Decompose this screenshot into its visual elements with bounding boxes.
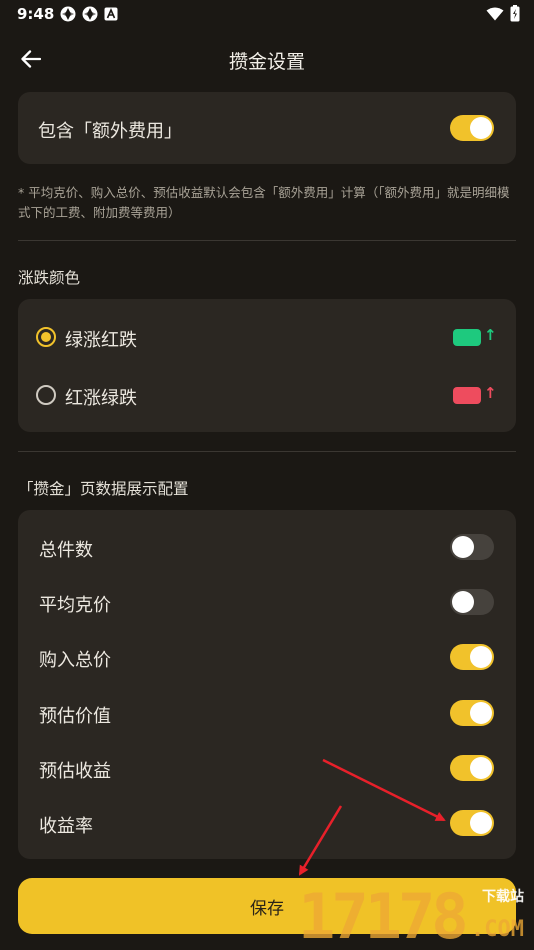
up-arrow-icon: ↑ — [484, 326, 497, 344]
estimated-profit-toggle[interactable] — [450, 755, 494, 781]
divider — [18, 240, 516, 241]
app-notification-icon — [60, 6, 76, 22]
save-button[interactable]: 保存 — [18, 878, 516, 934]
color-option-label: 红涨绿跌 — [65, 388, 137, 409]
display-item-estimated-value: 预估价值 — [18, 686, 516, 738]
color-option-label: 绿涨红跌 — [65, 330, 137, 351]
avg-gram-price-toggle[interactable] — [450, 589, 494, 615]
radio-red-up[interactable] — [36, 385, 56, 405]
color-option-red-up[interactable]: 红涨绿跌 ↑ — [18, 365, 516, 425]
color-section-title: 涨跌颜色 — [18, 269, 81, 287]
display-item-purchase-total: 购入总价 — [18, 630, 516, 682]
wifi-icon — [486, 7, 504, 20]
estimated-value-toggle[interactable] — [450, 700, 494, 726]
status-time: 9:48 — [17, 5, 55, 23]
display-item-total-count: 总件数 — [18, 520, 516, 572]
display-item-label: 收益率 — [39, 816, 93, 837]
display-item-label: 平均克价 — [39, 595, 111, 616]
display-item-estimated-profit: 预估收益 — [18, 741, 516, 793]
display-item-label: 预估收益 — [39, 761, 111, 782]
app-a-icon — [104, 7, 118, 21]
status-left-icons — [60, 6, 118, 22]
extra-fee-toggle[interactable] — [450, 115, 494, 141]
profit-rate-toggle[interactable] — [450, 810, 494, 836]
red-swatch — [453, 387, 481, 404]
color-options-card: 绿涨红跌 ↑ 红涨绿跌 ↑ — [18, 299, 516, 432]
divider — [18, 451, 516, 452]
extra-fee-note: * 平均克价、购入总价、预估收益默认会包含「额外费用」计算（「额外费用」就是明细… — [18, 185, 510, 220]
display-item-label: 预估价值 — [39, 706, 111, 727]
extra-fee-card: 包含「额外费用」 — [18, 92, 516, 164]
battery-icon — [510, 5, 520, 22]
extra-fee-label: 包含「额外费用」 — [38, 121, 182, 142]
green-swatch — [453, 329, 481, 346]
display-config-card: 总件数 平均克价 购入总价 预估价值 预估收益 收益率 — [18, 510, 516, 859]
display-item-avg-gram-price: 平均克价 — [18, 575, 516, 627]
page-title: 攒金设置 — [228, 51, 305, 73]
display-section-title: 「攒金」页数据展示配置 — [18, 480, 189, 498]
display-item-profit-rate: 收益率 — [18, 796, 516, 848]
display-item-label: 购入总价 — [39, 650, 111, 671]
status-right-icons — [486, 5, 520, 22]
display-item-label: 总件数 — [39, 540, 93, 561]
up-arrow-icon: ↑ — [484, 384, 497, 402]
total-count-toggle[interactable] — [450, 534, 494, 560]
purchase-total-toggle[interactable] — [450, 644, 494, 670]
radio-green-up[interactable] — [36, 327, 56, 347]
status-bar: 9:48 — [0, 0, 534, 28]
app-bar: 攒金设置 — [0, 36, 534, 82]
color-option-green-up[interactable]: 绿涨红跌 ↑ — [18, 307, 516, 367]
app-notification-icon — [82, 6, 98, 22]
